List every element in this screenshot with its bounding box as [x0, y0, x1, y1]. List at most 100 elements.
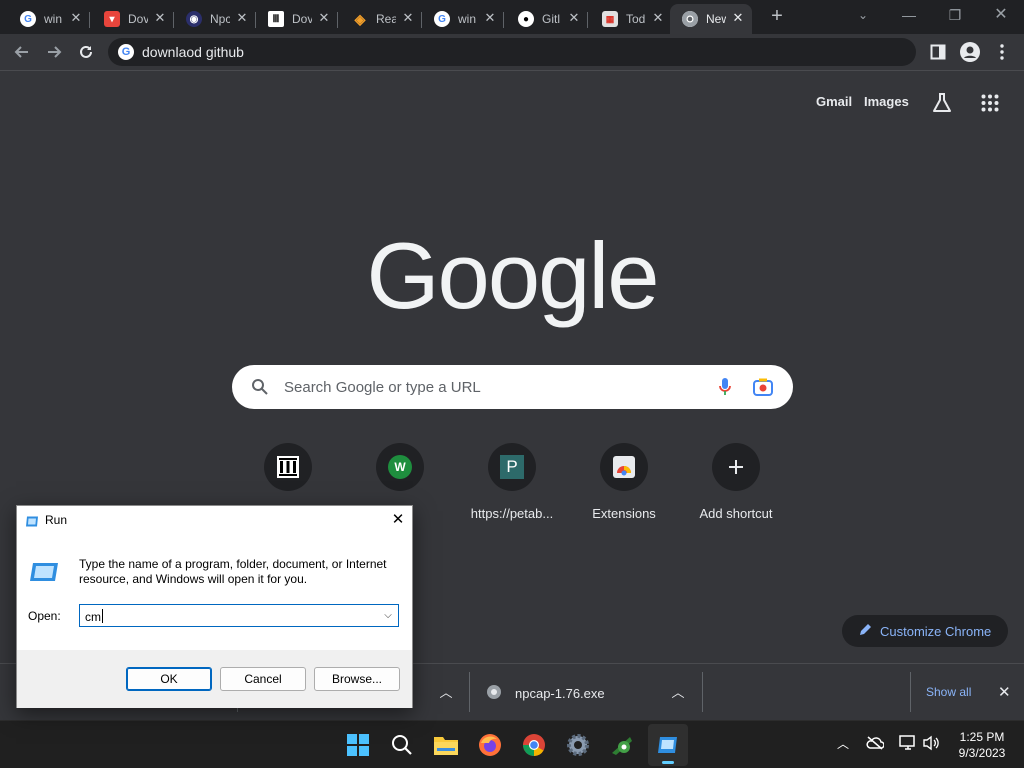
- chevron-down-icon[interactable]: ⌵: [381, 608, 395, 624]
- download-site-icon: ▾: [104, 11, 120, 27]
- tab-strip: G win ✕ ▾ Dov ✕ ◉ Npc ✕ Ⅲ Dov ✕ ◈ Rea ✕ …: [0, 0, 1024, 34]
- close-downloads-bar-icon[interactable]: ✕: [998, 683, 1011, 701]
- new-tab-button[interactable]: +: [766, 6, 788, 28]
- windows-start-icon[interactable]: [344, 731, 372, 759]
- close-icon[interactable]: ✕: [68, 10, 84, 26]
- run-app-icon: [29, 562, 59, 587]
- search-icon: [251, 378, 269, 401]
- tab-search-icon[interactable]: ⌄: [851, 4, 875, 26]
- system-clock[interactable]: 1:25 PM 9/3/2023: [950, 729, 1014, 761]
- download-item-name[interactable]: npcap-1.76.exe: [515, 686, 605, 701]
- back-button[interactable]: [10, 40, 34, 64]
- diamond-icon: ◈: [354, 10, 366, 27]
- divider: [910, 672, 911, 712]
- p-icon: P: [488, 443, 536, 491]
- run-app-icon: [25, 514, 39, 532]
- plus-icon: [712, 443, 760, 491]
- browser-tab[interactable]: G win ✕: [8, 4, 90, 34]
- search-icon[interactable]: [388, 731, 416, 759]
- address-text: downlaod github: [142, 44, 244, 60]
- tab-label: win: [458, 12, 477, 26]
- side-panel-icon[interactable]: [926, 40, 950, 64]
- close-icon[interactable]: ✕: [730, 10, 746, 26]
- google-logo: Google: [366, 223, 659, 328]
- clock-date: 9/3/2023: [958, 746, 1006, 760]
- archive-icon: Ⅲ: [268, 11, 284, 27]
- ok-button[interactable]: OK: [126, 667, 212, 691]
- browser-tab-active[interactable]: New ✕: [670, 4, 752, 34]
- dialog-titlebar[interactable]: Run ✕: [17, 506, 412, 534]
- maximize-button[interactable]: ❐: [943, 4, 967, 26]
- browser-tab[interactable]: G win ✕: [422, 4, 504, 34]
- pencil-icon: [858, 623, 872, 640]
- tab-label: Dov: [128, 12, 148, 26]
- show-all-downloads-link[interactable]: Show all: [926, 685, 971, 699]
- windows-taskbar: ︿ 1:25 PM 9/3/2023: [0, 720, 1024, 768]
- divider: [702, 672, 703, 712]
- chevron-up-icon[interactable]: ︿: [436, 682, 456, 702]
- settings-gear-icon[interactable]: [564, 731, 592, 759]
- close-icon[interactable]: ✕: [152, 10, 168, 26]
- network-icon[interactable]: [899, 735, 917, 754]
- shortcut-tile[interactable]: Extensions: [568, 443, 680, 521]
- close-icon[interactable]: ✕: [400, 10, 416, 26]
- profile-icon[interactable]: [958, 40, 982, 64]
- browser-tab[interactable]: Ⅲ Dov ✕: [256, 4, 338, 34]
- menu-icon[interactable]: [990, 40, 1014, 64]
- tab-label: Tod: [626, 12, 646, 26]
- minimize-button[interactable]: —: [897, 4, 921, 26]
- divider: [469, 672, 470, 712]
- close-icon[interactable]: ✕: [566, 10, 582, 26]
- images-link[interactable]: Images: [864, 94, 909, 109]
- window-close-button[interactable]: ✕: [989, 4, 1013, 26]
- search-placeholder: Search Google or type a URL: [284, 379, 481, 396]
- customize-chrome-button[interactable]: Customize Chrome: [842, 615, 1008, 647]
- browser-tab[interactable]: ◉ Npc ✕: [174, 4, 256, 34]
- open-combobox[interactable]: cm ⌵: [79, 604, 399, 627]
- browser-tab[interactable]: ▾ Dov ✕: [92, 4, 174, 34]
- file-explorer-icon[interactable]: [432, 731, 460, 759]
- forward-button[interactable]: [42, 40, 66, 64]
- close-icon[interactable]: ✕: [316, 10, 332, 26]
- close-icon[interactable]: ✕: [482, 10, 498, 26]
- dialog-description: Type the name of a program, folder, docu…: [79, 557, 387, 586]
- search-box[interactable]: Search Google or type a URL: [232, 365, 793, 409]
- cancel-button[interactable]: Cancel: [220, 667, 306, 691]
- firefox-icon[interactable]: [476, 731, 504, 759]
- volume-icon[interactable]: [922, 735, 940, 754]
- cloud-offline-icon[interactable]: [866, 736, 885, 753]
- extensions-icon: [600, 443, 648, 491]
- dialog-close-button[interactable]: ✕: [387, 509, 409, 531]
- reload-button[interactable]: [74, 40, 98, 64]
- dialog-footer: OK Cancel Browse...: [17, 650, 412, 708]
- apps-grid-icon[interactable]: [981, 94, 999, 117]
- clock-time: 1:25 PM: [959, 730, 1005, 744]
- run-dialog: Run ✕ Type the name of a program, folder…: [16, 505, 413, 708]
- chevron-up-icon[interactable]: ︿: [668, 682, 688, 702]
- labs-flask-icon[interactable]: [931, 92, 953, 119]
- customize-label: Customize Chrome: [880, 623, 992, 639]
- show-hidden-icons-chevron[interactable]: ︿: [837, 735, 849, 752]
- todo-icon: ▦: [602, 11, 618, 27]
- shortcut-tile[interactable]: P https://petab...: [456, 443, 568, 521]
- address-bar[interactable]: G downlaod github: [108, 38, 916, 66]
- close-icon[interactable]: ✕: [234, 10, 250, 26]
- microphone-icon[interactable]: [718, 377, 732, 402]
- app-icon[interactable]: [608, 731, 636, 759]
- browse-button[interactable]: Browse...: [314, 667, 400, 691]
- tab-label: win: [44, 12, 63, 26]
- text-caret: [102, 609, 103, 623]
- open-label: Open:: [28, 609, 61, 623]
- installer-file-icon: [486, 684, 502, 705]
- chrome-icon[interactable]: [520, 731, 548, 759]
- browser-tab[interactable]: ● Gitl ✕: [506, 4, 588, 34]
- close-icon[interactable]: ✕: [650, 10, 666, 26]
- run-app-icon[interactable]: [654, 731, 682, 759]
- shortcut-tile[interactable]: [232, 443, 344, 506]
- w-icon: W: [376, 443, 424, 491]
- browser-tab[interactable]: ◈ Rea ✕: [340, 4, 422, 34]
- browser-tab[interactable]: ▦ Tod ✕: [590, 4, 672, 34]
- camera-lens-icon[interactable]: [753, 378, 773, 401]
- gmail-link[interactable]: Gmail: [816, 94, 852, 109]
- add-shortcut-button[interactable]: Add shortcut: [680, 443, 792, 521]
